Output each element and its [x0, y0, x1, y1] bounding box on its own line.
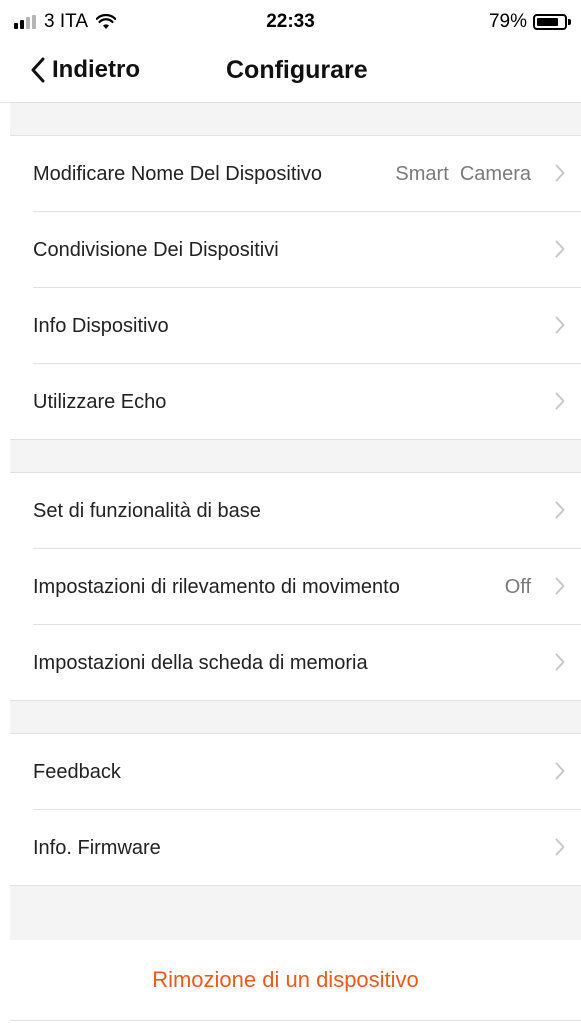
chevron-left-icon: [31, 57, 45, 83]
row-label: Set di funzionalità di base: [33, 499, 261, 522]
row-basic-features[interactable]: Set di funzionalità di base: [10, 473, 581, 549]
page-title: Configurare: [226, 56, 368, 84]
chevron-right-icon: [555, 240, 565, 258]
row-label: Feedback: [33, 760, 121, 783]
chevron-right-icon: [555, 577, 565, 595]
section-spacer: [10, 440, 581, 473]
battery-tip: [568, 19, 571, 25]
remove-device-button[interactable]: Rimozione di un dispositivo: [10, 940, 581, 1021]
back-button[interactable]: Indietro: [30, 56, 140, 84]
row-device-sharing[interactable]: Condivisione Dei Dispositivi: [10, 212, 581, 288]
section-spacer: [10, 103, 581, 136]
navigation-bar: Indietro Configurare: [0, 44, 581, 103]
row-value: Off: [504, 575, 531, 598]
chevron-right-icon: [555, 316, 565, 334]
section-spacer: [10, 701, 581, 734]
divider: [10, 700, 581, 701]
status-right: 79%: [489, 11, 571, 33]
chevron-right-icon: [555, 838, 565, 856]
status-bar: 3 ITA 22:33 79%: [0, 0, 581, 44]
row-feedback[interactable]: Feedback: [10, 734, 581, 810]
remove-device-label: Rimozione di un dispositivo: [152, 967, 419, 992]
row-device-info[interactable]: Info Dispositivo: [10, 288, 581, 364]
chevron-right-icon: [555, 164, 565, 182]
row-use-echo[interactable]: Utilizzare Echo: [10, 364, 581, 440]
row-memory-card[interactable]: Impostazioni della scheda di memoria: [10, 625, 581, 701]
row-label: Condivisione Dei Dispositivi: [33, 238, 279, 261]
chevron-right-icon: [555, 392, 565, 410]
battery-icon: [533, 14, 567, 30]
settings-list: Modificare Nome Del Dispositivo Smart Ca…: [10, 103, 581, 1021]
section-spacer: [10, 886, 581, 940]
chevron-right-icon: [555, 501, 565, 519]
battery-fill: [537, 18, 558, 26]
row-label: Impostazioni della scheda di memoria: [33, 651, 368, 674]
back-label: Indietro: [52, 56, 140, 83]
row-rename-device[interactable]: Modificare Nome Del Dispositivo Smart Ca…: [10, 136, 581, 212]
chevron-right-icon: [555, 653, 565, 671]
row-label: Modificare Nome Del Dispositivo: [33, 162, 322, 185]
row-value: Smart Camera: [395, 162, 531, 185]
row-label: Impostazioni di rilevamento di movimento: [33, 575, 400, 598]
row-label: Info Dispositivo: [33, 314, 169, 337]
row-firmware-info[interactable]: Info. Firmware: [10, 810, 581, 886]
row-label: Info. Firmware: [33, 836, 161, 859]
divider: [10, 885, 581, 886]
row-label: Utilizzare Echo: [33, 390, 167, 413]
battery-percent: 79%: [488, 11, 527, 32]
divider: [10, 439, 581, 440]
chevron-right-icon: [555, 762, 565, 780]
row-motion-detection[interactable]: Impostazioni di rilevamento di movimento…: [10, 549, 581, 625]
